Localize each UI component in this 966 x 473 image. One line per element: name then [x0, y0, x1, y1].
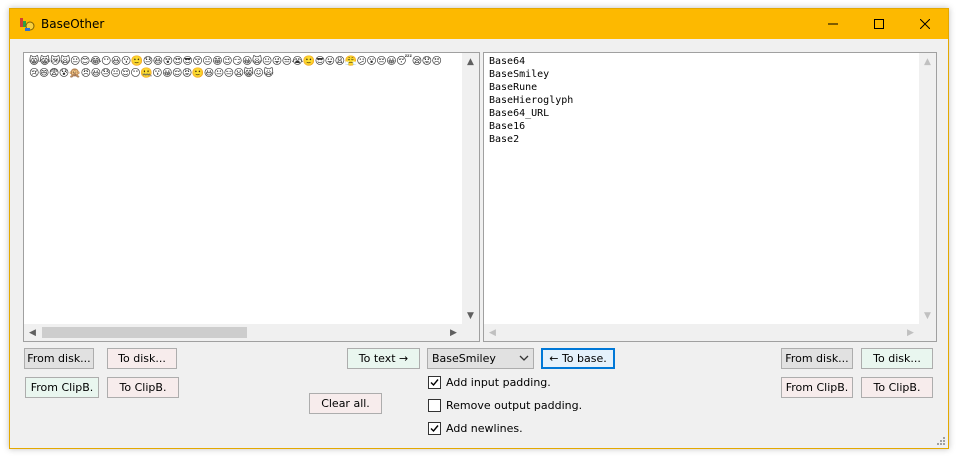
maximize-icon	[874, 19, 884, 29]
plain-text-area[interactable]: Base64 BaseSmiley BaseRune BaseHieroglyph Ba…	[483, 52, 937, 342]
right-from-disk-button[interactable]: From disk...	[781, 348, 853, 369]
left-from-clipboard-button[interactable]: From ClipB.	[25, 377, 99, 398]
scroll-up-icon[interactable]: ▲	[919, 53, 936, 70]
minimize-button[interactable]	[810, 9, 856, 39]
add-input-padding-label[interactable]: Add input padding.	[446, 376, 551, 389]
scroll-down-icon[interactable]: ▼	[919, 307, 936, 324]
to-base-button[interactable]: ← To base.	[541, 348, 615, 369]
list-item: Base2	[489, 134, 520, 145]
scroll-up-icon[interactable]: ▲	[462, 53, 479, 70]
scroll-right-icon[interactable]: ▶	[902, 324, 919, 341]
list-item: BaseRune	[489, 82, 538, 93]
list-item: BaseSmiley	[489, 69, 550, 80]
right-to-disk-button[interactable]: To disk...	[861, 348, 933, 369]
title-bar[interactable]: BaseOther	[10, 9, 948, 39]
vertical-scrollbar[interactable]: ▲ ▼	[462, 53, 479, 324]
window-title: BaseOther	[41, 17, 105, 31]
horizontal-scrollbar[interactable]: ◀ ▶	[24, 324, 462, 341]
horizontal-scrollbar[interactable]: ◀ ▶	[484, 324, 919, 341]
vertical-scrollbar[interactable]: ▲ ▼	[919, 53, 936, 324]
left-to-clipboard-button[interactable]: To ClipB.	[107, 377, 179, 398]
list-item: Base64_URL	[489, 108, 550, 119]
scroll-down-icon[interactable]: ▼	[462, 307, 479, 324]
plain-text-content: Base64 BaseSmiley BaseRune BaseHieroglyph Ba…	[489, 55, 573, 146]
remove-output-padding-checkbox[interactable]	[428, 399, 441, 412]
checkmark-icon	[430, 425, 439, 433]
encoded-text-area[interactable]: 😸😹😿🙀😐😊😂😶😃😗🙂😓😆😵😍😎😚😐😁😉😏😀🙀😐😜😒😭🙂😎😛😩😤😕😮😔😀😴😪😟😣…	[23, 52, 480, 342]
list-item: Base16	[489, 121, 526, 132]
add-newlines-checkbox[interactable]	[428, 422, 441, 435]
maximize-button[interactable]	[856, 9, 902, 39]
encoding-selected-value: BaseSmiley	[432, 352, 496, 365]
add-input-padding-checkbox[interactable]	[428, 376, 441, 389]
encoding-select[interactable]: BaseSmiley	[427, 348, 534, 369]
chevron-down-icon	[519, 355, 529, 361]
scroll-thumb[interactable]	[42, 327, 247, 338]
scroll-left-icon[interactable]: ◀	[24, 324, 41, 341]
scroll-corner	[462, 324, 479, 341]
scroll-corner	[919, 324, 936, 341]
remove-output-padding-label[interactable]: Remove output padding.	[446, 399, 582, 412]
scroll-left-icon[interactable]: ◀	[484, 324, 501, 341]
close-icon	[920, 19, 930, 29]
app-icon	[20, 18, 35, 31]
right-from-clipboard-button[interactable]: From ClipB.	[781, 377, 853, 398]
list-item: Base64	[489, 56, 526, 67]
right-to-clipboard-button[interactable]: To ClipB.	[861, 377, 933, 398]
left-to-disk-button[interactable]: To disk...	[107, 348, 177, 369]
checkmark-icon	[430, 379, 439, 387]
encoded-text-content: 😸😹😿🙀😐😊😂😶😃😗🙂😓😆😵😍😎😚😐😁😉😏😀🙀😐😜😒😭🙂😎😛😩😤😕😮😔😀😴😪😟😣…	[29, 56, 442, 79]
minimize-icon	[828, 23, 838, 25]
left-from-disk-button[interactable]: From disk...	[24, 348, 94, 369]
scroll-right-icon[interactable]: ▶	[445, 324, 462, 341]
add-newlines-label[interactable]: Add newlines.	[446, 422, 523, 435]
app-window: BaseOther 😸😹😿🙀😐😊😂😶😃😗🙂😓😆😵😍😎😚😐😁😉😏😀🙀😐😜😒😭🙂😎😛…	[9, 8, 949, 449]
to-text-button[interactable]: To text →	[347, 348, 420, 369]
resize-grip-icon[interactable]	[936, 436, 946, 446]
clear-all-button[interactable]: Clear all.	[309, 393, 382, 414]
list-item: BaseHieroglyph	[489, 95, 574, 106]
close-button[interactable]	[902, 9, 948, 39]
